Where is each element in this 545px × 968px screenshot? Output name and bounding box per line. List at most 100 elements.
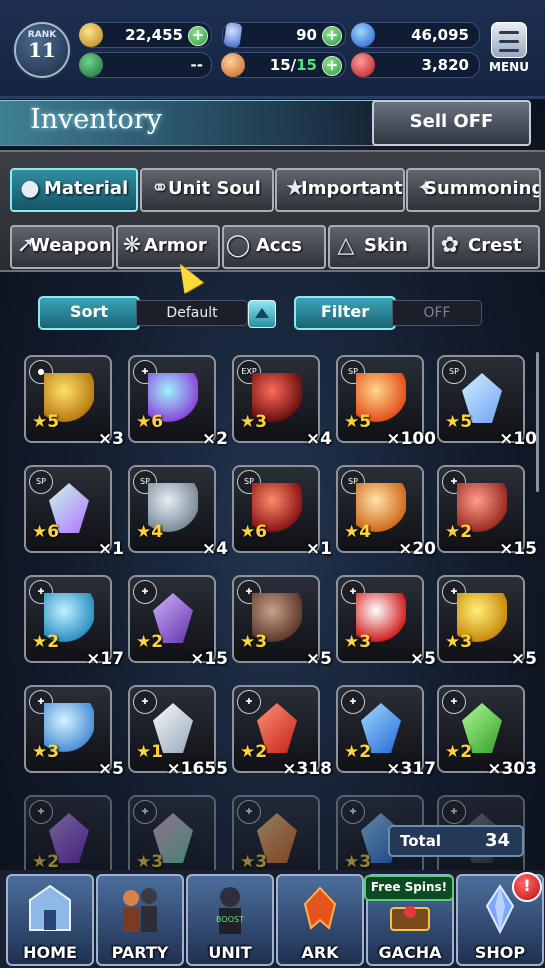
type-badge-icon: ✚ (237, 800, 261, 824)
rarity-star: ★5 (32, 412, 60, 432)
crest-icon: ✿ (440, 233, 460, 258)
tab-accs[interactable]: ◯ Accs (222, 225, 326, 269)
castle-icon (29, 884, 71, 931)
item-cell[interactable]: ✚ ★2 (24, 795, 112, 870)
category-panel: ● Material ⚭ Unit Soul ★ Important ✦ Sum… (0, 150, 545, 272)
armor-icon: ❋ (122, 233, 142, 258)
blue-orb-value: 46,095 (411, 26, 469, 44)
rarity-star: ★3 (344, 852, 372, 870)
item-quantity: ×5 (305, 649, 332, 669)
nav-label: GACHA (378, 943, 442, 962)
nav-unit[interactable]: BOOST UNIT (186, 874, 274, 966)
friend-points-value: -- (190, 56, 203, 74)
rarity-star: ★3 (344, 632, 372, 652)
type-badge-icon: ✚ (442, 800, 466, 824)
tab-label: Unit Soul (168, 178, 261, 199)
rarity-star: ★2 (445, 742, 473, 762)
add-lapis-button[interactable]: + (322, 26, 342, 46)
menu-label: MENU (489, 60, 529, 74)
rarity-star: ★3 (445, 632, 473, 652)
type-badge-icon: ✚ (341, 800, 365, 824)
rarity-star: ★3 (32, 742, 60, 762)
rarity-star: ★2 (344, 742, 372, 762)
nav-label: HOME (23, 943, 77, 962)
add-energy-button[interactable]: + (322, 56, 342, 76)
add-gil-button[interactable]: + (188, 26, 208, 46)
total-value: 34 (484, 830, 510, 851)
energy-icon (221, 53, 245, 77)
gil-coin-icon (79, 23, 103, 47)
rarity-star: ★6 (136, 412, 164, 432)
total-label: Total (400, 832, 441, 850)
item-cell[interactable]: ✚ ★3 (232, 795, 320, 870)
energy-current: 15 (269, 56, 291, 74)
lapis-value: 90 (296, 26, 317, 44)
sort-order-toggle-icon[interactable] (248, 300, 276, 328)
rarity-star: ★5 (445, 412, 473, 432)
rarity-star: ★2 (32, 632, 60, 652)
sort-button[interactable]: Sort (38, 296, 140, 330)
sell-toggle-button[interactable]: Sell OFF (372, 100, 531, 146)
gil-value: 22,455 (125, 26, 183, 44)
nav-party[interactable]: PARTY (96, 874, 184, 966)
nav-label: PARTY (111, 943, 169, 962)
nav-ark[interactable]: ARK (276, 874, 364, 966)
rarity-star: ★4 (344, 522, 372, 542)
rarity-star: ★3 (136, 852, 164, 870)
menu-button[interactable]: MENU (488, 22, 530, 78)
blue-orb-counter: 46,095 (351, 22, 480, 48)
rarity-star: ★4 (136, 522, 164, 542)
rarity-star: ★6 (240, 522, 268, 542)
tab-label: Accs (256, 235, 302, 256)
tab-important[interactable]: ★ Important (275, 168, 405, 212)
tab-material[interactable]: ● Material (10, 168, 138, 212)
nav-home[interactable]: HOME (6, 874, 94, 966)
menu-icon (491, 22, 527, 58)
friend-point-icon (79, 53, 103, 77)
filter-value[interactable]: OFF (392, 300, 482, 326)
party-icon (123, 888, 157, 932)
item-cell[interactable]: ✚ ★3 (128, 795, 216, 870)
item-quantity: ×4 (201, 539, 228, 559)
tab-weapon[interactable]: ➚ Weapon (10, 225, 114, 269)
rank-badge[interactable]: RANK 11 (14, 22, 70, 78)
item-quantity: ×5 (409, 649, 436, 669)
rarity-star: ★3 (240, 632, 268, 652)
total-count-box: Total 34 (388, 825, 524, 857)
lapis-counter: 90 + (222, 22, 346, 48)
tab-label: Material (44, 178, 129, 199)
rarity-star: ★2 (445, 522, 473, 542)
item-quantity: ×3 (97, 429, 124, 449)
tab-summoning[interactable]: ✦ Summoning (406, 168, 541, 212)
tab-unit-soul[interactable]: ⚭ Unit Soul (140, 168, 274, 212)
red-orb-value: 3,820 (421, 56, 469, 74)
tab-label: Armor (144, 235, 207, 256)
type-badge-icon: SP (29, 470, 53, 494)
item-quantity: ×318 (282, 759, 332, 779)
item-quantity: ×5 (510, 649, 537, 669)
item-quantity: ×100 (386, 429, 436, 449)
item-quantity: ×5 (97, 759, 124, 779)
sort-value[interactable]: Default (136, 300, 248, 326)
nav-label: UNIT (208, 943, 252, 962)
shop-alert-badge: ! (512, 872, 542, 902)
hanger-icon: △ (337, 233, 355, 258)
tab-skin[interactable]: △ Skin (328, 225, 430, 269)
scrollbar[interactable] (536, 352, 539, 492)
free-spins-badge: Free Spins! (364, 875, 454, 901)
item-quantity: ×4 (305, 429, 332, 449)
filter-button[interactable]: Filter (294, 296, 396, 330)
item-quantity: ×15 (190, 649, 228, 669)
tab-crest[interactable]: ✿ Crest (432, 225, 540, 269)
bag-icon: ● (20, 176, 40, 201)
type-badge-icon: ✚ (133, 580, 157, 604)
rank-value: 11 (28, 38, 56, 62)
rarity-star: ★3 (240, 852, 268, 870)
tab-label: Weapon (30, 235, 112, 256)
friend-points-counter: -- (79, 52, 212, 78)
energy-max: 15 (296, 56, 317, 74)
type-badge-icon: ✚ (237, 690, 261, 714)
inventory-header: Inventory (0, 100, 420, 146)
tab-armor[interactable]: ❋ Armor (116, 225, 220, 269)
item-quantity: ×2 (201, 429, 228, 449)
